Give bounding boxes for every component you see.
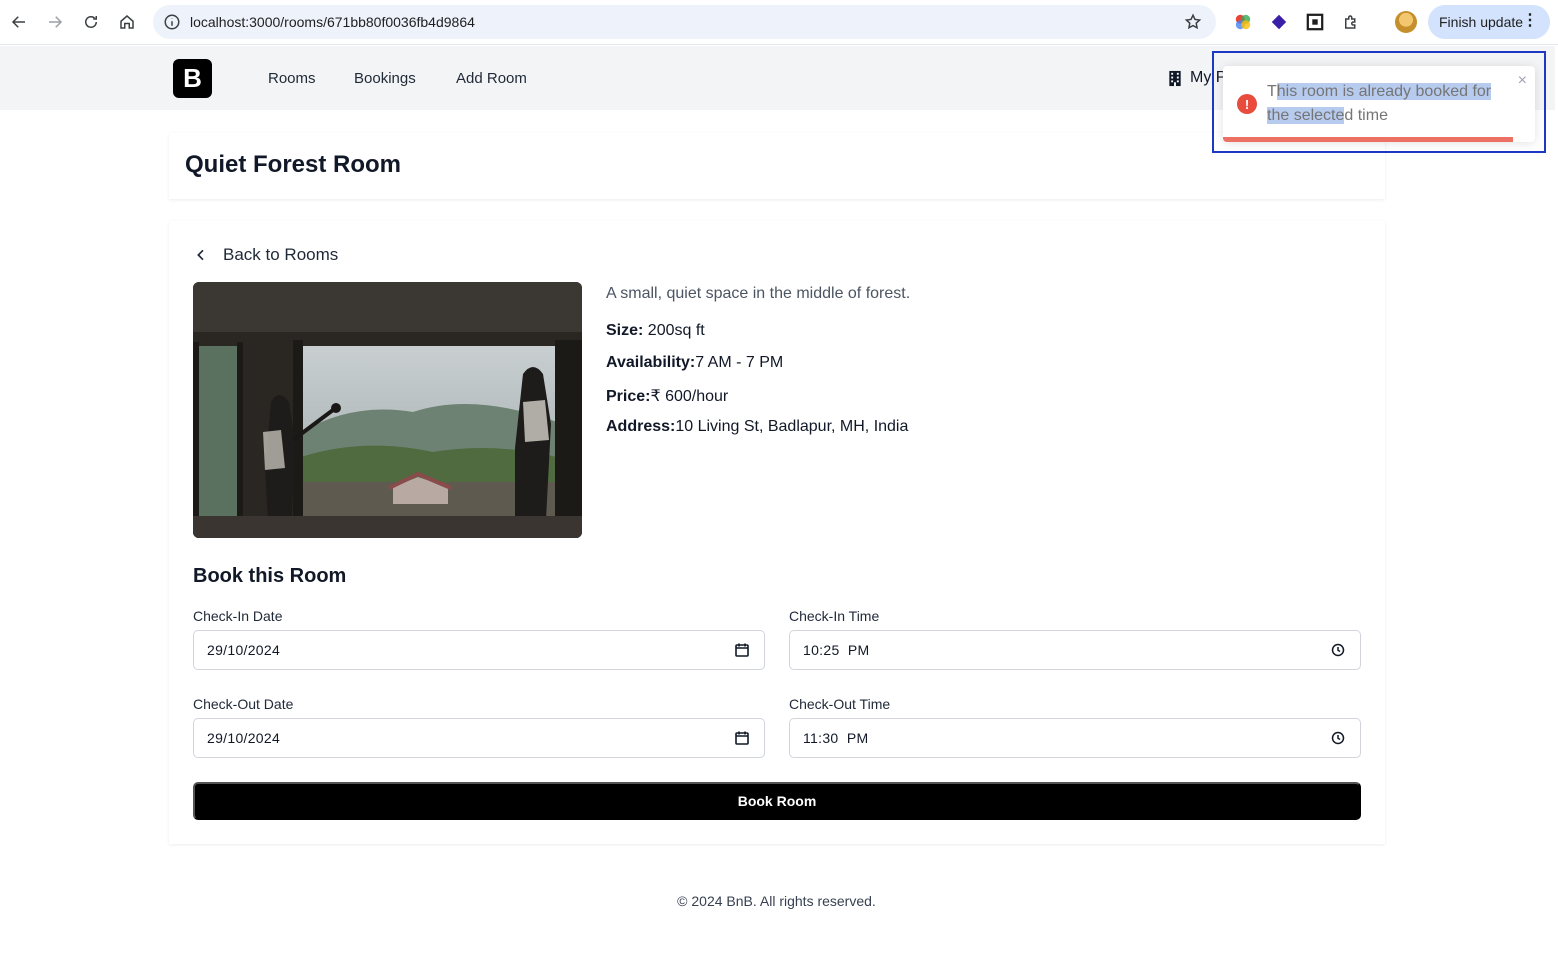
checkin-date-label: Check-In Date: [193, 608, 283, 624]
room-title-card: Quiet Forest Room: [169, 133, 1385, 199]
diamond-extension-icon[interactable]: [1269, 12, 1289, 32]
url-text: localhost:3000/rooms/671bb80f0036fb4d986…: [190, 14, 475, 30]
checkin-date-input[interactable]: 29/10/2024: [193, 630, 765, 670]
price-value: ₹ 600/hour: [650, 388, 729, 405]
availability-label: Availability:: [606, 354, 696, 371]
checkin-time-label: Check-In Time: [789, 608, 880, 624]
back-to-rooms-link[interactable]: Back to Rooms: [193, 245, 338, 265]
nav-add-room[interactable]: Add Room: [456, 70, 527, 87]
room-description: A small, quiet space in the middle of fo…: [606, 285, 911, 302]
price-label: Price:: [606, 388, 651, 405]
address-label: Address:: [606, 418, 676, 435]
room-details: A small, quiet space in the middle of fo…: [606, 285, 1306, 450]
toast-message: This room is already booked for the sele…: [1267, 80, 1507, 128]
frame-extension-icon[interactable]: [1305, 12, 1325, 32]
error-icon: !: [1237, 94, 1257, 114]
size-value: 200sq ft: [643, 322, 705, 339]
availability-value: 7 AM - 7 PM: [695, 354, 784, 371]
finish-update-button[interactable]: Finish update ⋮: [1428, 5, 1550, 39]
toast-close-icon[interactable]: ×: [1518, 72, 1527, 90]
browser-toolbar: localhost:3000/rooms/671bb80f0036fb4d986…: [0, 0, 1558, 45]
site-info-icon[interactable]: [163, 13, 181, 31]
kebab-menu-icon[interactable]: ⋮: [1522, 13, 1538, 29]
checkin-time-input[interactable]: 10:25 PM: [789, 630, 1361, 670]
calendar-icon[interactable]: [734, 730, 750, 746]
calendar-icon[interactable]: [734, 642, 750, 658]
home-icon[interactable]: [116, 11, 138, 33]
book-room-button[interactable]: Book Room: [193, 782, 1361, 820]
footer-copyright: © 2024 BnB. All rights reserved.: [677, 893, 876, 909]
checkout-time-label: Check-Out Time: [789, 696, 891, 712]
toast-message-end: d time: [1344, 107, 1388, 124]
nav-rooms[interactable]: Rooms: [268, 70, 316, 87]
clock-icon[interactable]: [1330, 730, 1346, 746]
room-address: Address:10 Living St, Badlapur, MH, Indi…: [606, 418, 1306, 437]
checkout-time-value: 11:30 PM: [803, 730, 869, 746]
back-arrow-icon[interactable]: [8, 11, 30, 33]
room-size: Size: 200sq ft: [606, 322, 1306, 341]
building-icon: [1169, 70, 1181, 86]
bookmark-star-icon[interactable]: [1184, 13, 1202, 31]
page-title: Quiet Forest Room: [185, 151, 402, 178]
checkout-date-label: Check-Out Date: [193, 696, 294, 712]
toast-message-start: T: [1267, 83, 1277, 100]
toast-progress-bar: [1223, 137, 1514, 142]
finish-update-label: Finish update: [1439, 14, 1524, 30]
profile-avatar[interactable]: [1395, 11, 1417, 33]
chevron-left-icon: [197, 249, 204, 261]
room-price: Price:₹ 600/hour: [606, 386, 1306, 405]
address-value: 10 Living St, Badlapur, MH, India: [675, 418, 909, 435]
checkin-time-value: 10:25 PM: [803, 642, 870, 658]
forward-arrow-icon[interactable]: [44, 11, 66, 33]
checkin-date-value: 29/10/2024: [207, 642, 281, 658]
brand-logo[interactable]: B: [173, 59, 212, 98]
size-label: Size:: [606, 322, 644, 339]
booking-section-title: Book this Room: [193, 565, 347, 587]
checkout-date-input[interactable]: 29/10/2024: [193, 718, 765, 758]
error-toast[interactable]: ! This room is already booked for the se…: [1223, 66, 1535, 142]
puzzle-extensions-icon[interactable]: [1341, 12, 1361, 32]
back-label: Back to Rooms: [223, 245, 339, 264]
color-wheel-icon[interactable]: [1233, 12, 1253, 32]
clock-icon[interactable]: [1330, 642, 1346, 658]
checkout-date-value: 29/10/2024: [207, 730, 281, 746]
nav-bookings[interactable]: Bookings: [354, 70, 416, 87]
address-bar[interactable]: localhost:3000/rooms/671bb80f0036fb4d986…: [153, 5, 1216, 39]
room-availability: Availability:7 AM - 7 PM: [606, 354, 1306, 373]
checkout-time-input[interactable]: 11:30 PM: [789, 718, 1361, 758]
room-detail-card: Back to Rooms A small, quiet space in th…: [169, 221, 1385, 844]
room-photo: [193, 282, 582, 538]
reload-icon[interactable]: [80, 11, 102, 33]
